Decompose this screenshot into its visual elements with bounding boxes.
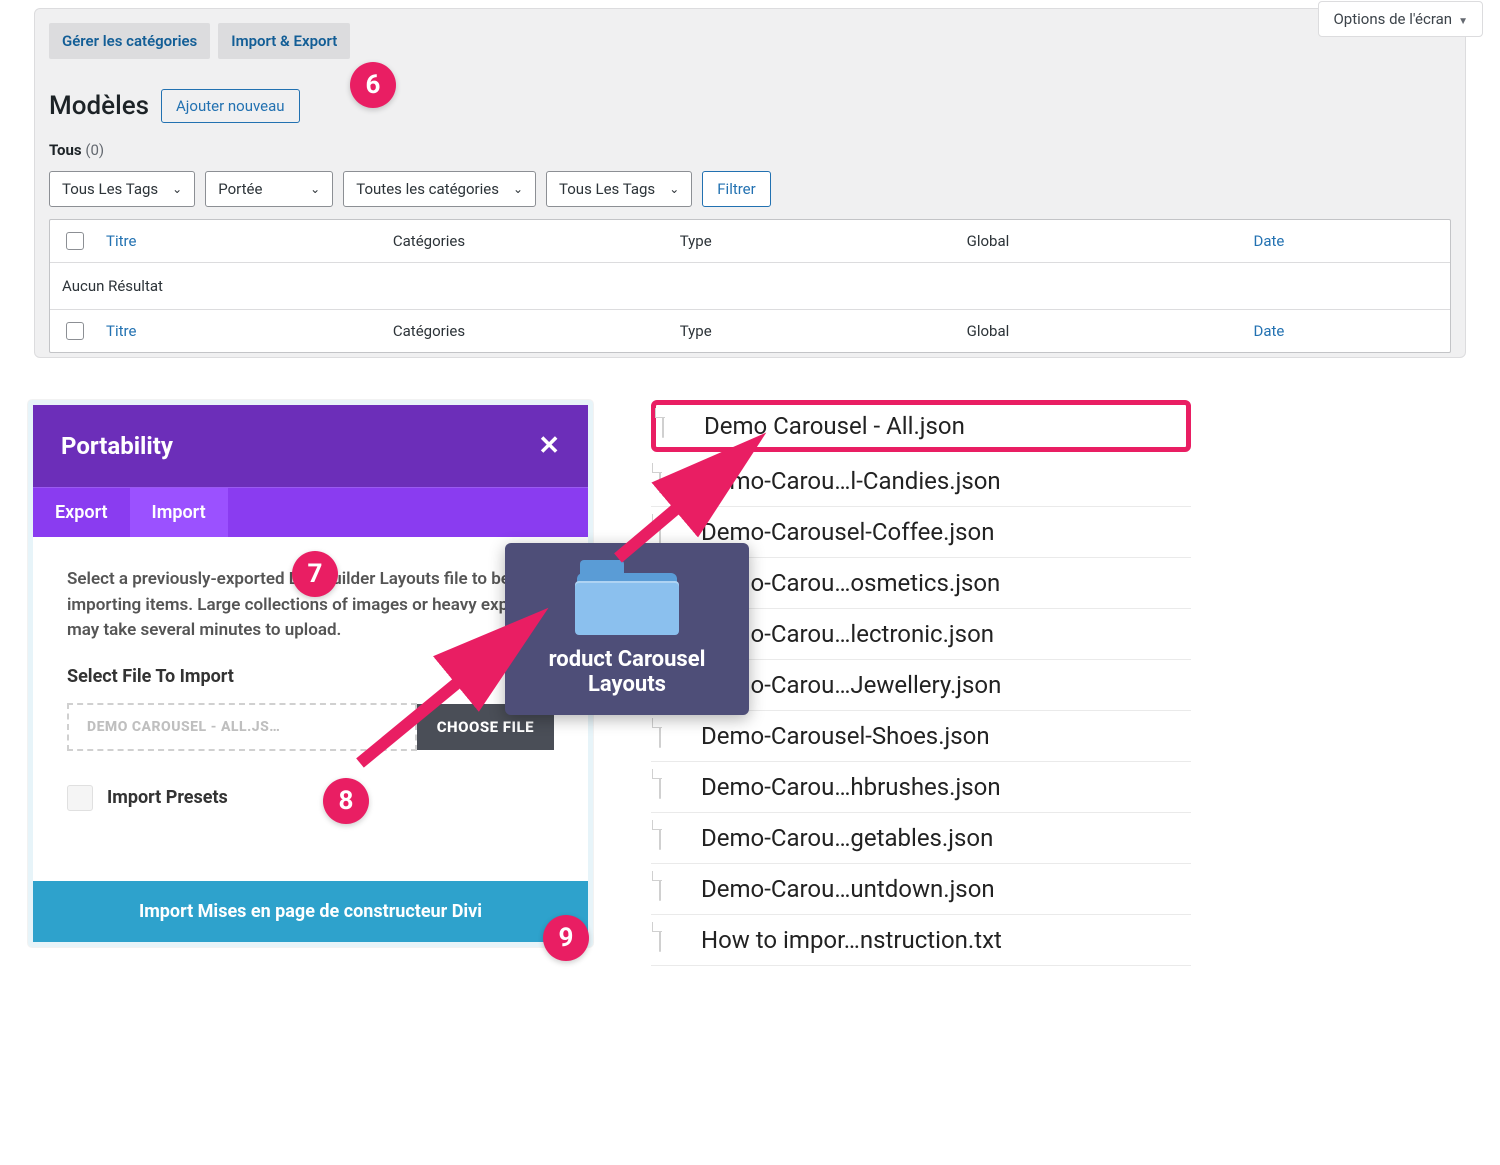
col-global: Global [967, 232, 1254, 250]
filter-tags-2[interactable]: Tous Les Tags ⌄ [546, 171, 692, 207]
file-name: How to impor…nstruction.txt [701, 926, 1002, 954]
col-categories: Catégories [393, 322, 680, 340]
col-date[interactable]: Date [1254, 322, 1440, 340]
table-header: Titre Catégories Type Global Date [50, 220, 1450, 263]
table-footer: Titre Catégories Type Global Date [50, 310, 1450, 352]
folder-icon [572, 559, 682, 635]
filter-label: Portée [218, 180, 262, 198]
wordpress-panel: Options de l'écran ▼ Gérer les catégories… [34, 8, 1466, 358]
add-new-button[interactable]: Ajouter nouveau [161, 89, 300, 123]
count-row: Tous (0) [49, 141, 1451, 159]
modal-title: Portability [61, 432, 173, 460]
filter-categories[interactable]: Toutes les catégories ⌄ [343, 171, 536, 207]
filter-tags-1[interactable]: Tous Les Tags ⌄ [49, 171, 195, 207]
file-item[interactable]: Demo-Carousel-Shoes.json [651, 711, 1191, 762]
col-categories: Catégories [393, 232, 680, 250]
col-title[interactable]: Titre [106, 322, 393, 340]
select-all-checkbox-footer[interactable] [66, 322, 84, 340]
import-presets-label: Import Presets [107, 787, 228, 808]
file-name: Demo-Carousel-Shoes.json [701, 722, 990, 750]
filter-label: Tous Les Tags [62, 180, 158, 198]
document-icon [659, 923, 687, 957]
tab-manage-categories[interactable]: Gérer les catégories [49, 23, 210, 59]
filter-label: Toutes les catégories [356, 180, 499, 198]
screen-options-label: Options de l'écran [1333, 10, 1452, 28]
document-icon [659, 821, 687, 855]
filter-button[interactable]: Filtrer [702, 171, 770, 207]
step-badge-9: 9 [543, 915, 589, 961]
file-item[interactable]: How to impor…nstruction.txt [651, 915, 1191, 966]
tab-export[interactable]: Export [33, 488, 130, 537]
file-name: Demo Carousel - All.json [704, 412, 965, 440]
tab-import-export[interactable]: Import & Export [218, 23, 350, 59]
file-item[interactable]: Demo-Carou…getables.json [651, 813, 1191, 864]
col-type: Type [680, 232, 967, 250]
chevron-down-icon: ▼ [1458, 16, 1468, 27]
step-badge-8: 8 [323, 778, 369, 824]
col-global: Global [967, 322, 1254, 340]
filter-scope[interactable]: Portée ⌄ [205, 171, 333, 207]
import-presets-checkbox[interactable] [67, 785, 93, 811]
select-all-checkbox[interactable] [66, 232, 84, 250]
all-label: Tous [49, 141, 82, 159]
document-icon [659, 872, 687, 906]
chevron-down-icon: ⌄ [172, 182, 182, 196]
no-result-row: Aucun Résultat [50, 263, 1450, 310]
file-name: Demo-Carou…hbrushes.json [701, 773, 1001, 801]
col-date[interactable]: Date [1254, 232, 1440, 250]
arrow-annotation [618, 438, 778, 568]
col-title[interactable]: Titre [106, 232, 393, 250]
step-badge-7: 7 [292, 551, 338, 597]
document-icon [659, 770, 687, 804]
file-item[interactable]: Demo-Carou…hbrushes.json [651, 762, 1191, 813]
chevron-down-icon: ⌄ [310, 182, 320, 196]
import-submit-button[interactable]: Import Mises en page de constructeur Div… [33, 881, 588, 942]
col-type: Type [680, 322, 967, 340]
filter-label: Tous Les Tags [559, 180, 655, 198]
file-name: Demo-Carou…getables.json [701, 824, 993, 852]
chevron-down-icon: ⌄ [513, 182, 523, 196]
close-icon[interactable]: ✕ [538, 431, 560, 461]
chevron-down-icon: ⌄ [669, 182, 679, 196]
page-title: Modèles [49, 91, 149, 121]
step-badge-6: 6 [350, 62, 396, 108]
document-icon [659, 719, 687, 753]
tab-import[interactable]: Import [130, 488, 228, 537]
layouts-table: Titre Catégories Type Global Date Aucun … [49, 219, 1451, 353]
screen-options-toggle[interactable]: Options de l'écran ▼ [1318, 1, 1483, 37]
arrow-annotation [360, 608, 560, 788]
file-item[interactable]: Demo-Carou…untdown.json [651, 864, 1191, 915]
file-name: Demo-Carou…untdown.json [701, 875, 995, 903]
all-count: (0) [85, 141, 104, 159]
